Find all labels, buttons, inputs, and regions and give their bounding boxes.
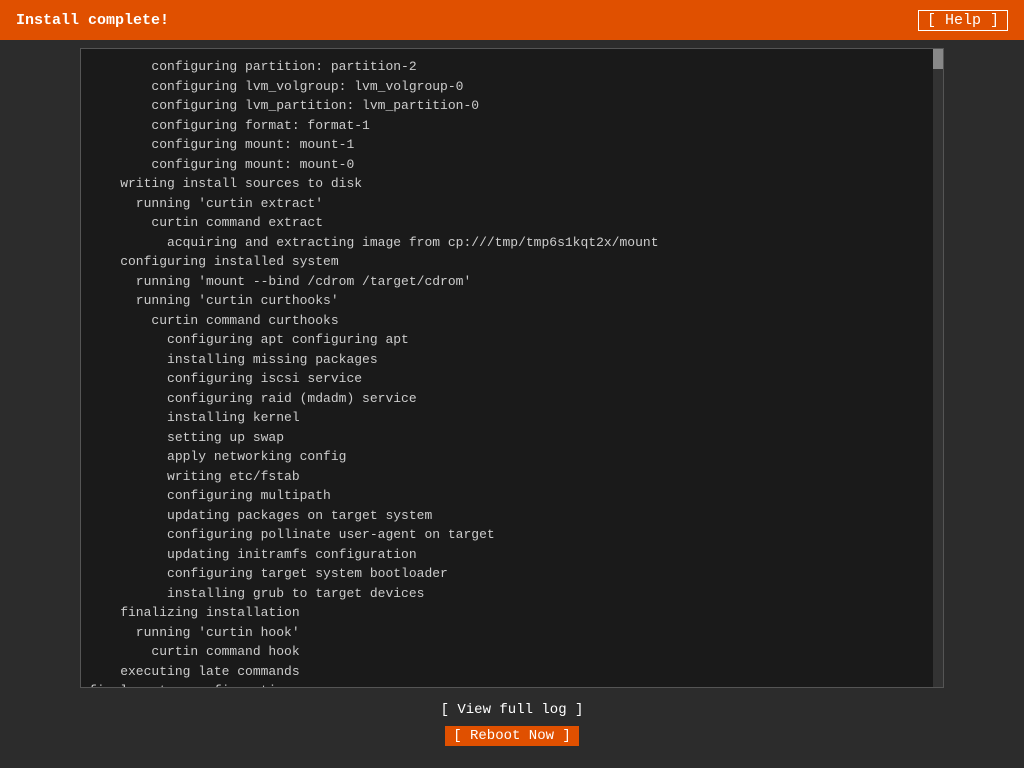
top-bar: Install complete! [ Help ] bbox=[0, 0, 1024, 40]
log-content: configuring partition: partition-2 confi… bbox=[81, 49, 943, 688]
reboot-now-button[interactable]: [ Reboot Now ] bbox=[445, 726, 579, 746]
help-button[interactable]: [ Help ] bbox=[918, 10, 1008, 31]
scrollbar-thumb[interactable] bbox=[933, 49, 943, 69]
view-full-log-button[interactable]: [ View full log ] bbox=[433, 700, 592, 720]
main-content: configuring partition: partition-2 confi… bbox=[0, 40, 1024, 768]
button-area: [ View full log ] [ Reboot Now ] bbox=[80, 688, 944, 754]
scrollbar[interactable] bbox=[933, 49, 943, 687]
log-box: configuring partition: partition-2 confi… bbox=[80, 48, 944, 688]
top-bar-title: Install complete! bbox=[16, 12, 169, 29]
